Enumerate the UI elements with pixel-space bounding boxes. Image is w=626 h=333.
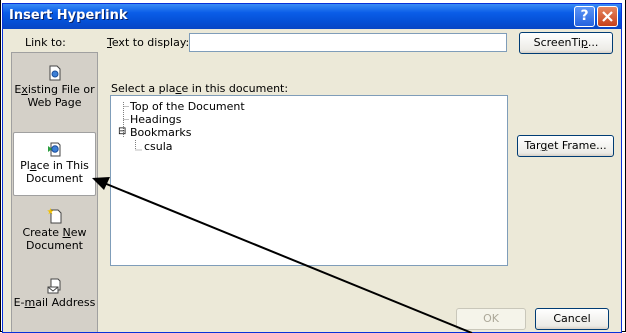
annotation-arrow	[92, 177, 473, 333]
